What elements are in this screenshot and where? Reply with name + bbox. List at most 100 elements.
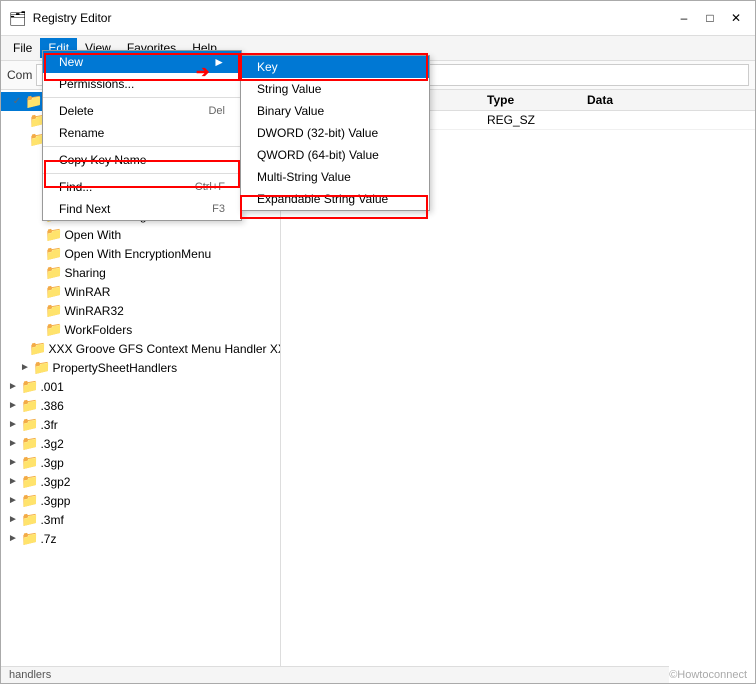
tree-item-epp[interactable]: 📁 EPP (1, 187, 280, 206)
folder-icon: 📁 (21, 435, 38, 452)
minimize-button[interactable]: – (673, 7, 695, 29)
expander-icon: ► (5, 419, 21, 430)
expander-icon: ► (5, 495, 21, 506)
folder-icon: 📁 (45, 150, 62, 167)
close-button[interactable]: ✕ (725, 7, 747, 29)
tree-label: EPP (64, 190, 88, 204)
folder-icon: 📁 (21, 473, 38, 490)
tree-item-7z[interactable]: ► 📁 .7z (1, 529, 280, 548)
tree-label: .3fr (40, 418, 57, 432)
tree-item-sharing[interactable]: 📁 Sharing (1, 263, 280, 282)
menu-favorites[interactable]: Favorites (119, 38, 184, 58)
tree-label: .7z (40, 532, 56, 546)
menu-bar: File Edit View Favorites Help (1, 36, 755, 61)
tree-label: .001 (40, 380, 63, 394)
tree-label: .3mf (40, 513, 63, 527)
tree-label: BB FlashBack 2 (64, 171, 149, 185)
folder-icon: 📁 (45, 283, 62, 300)
value-icon: ab (289, 113, 302, 127)
tree-item-3fr[interactable]: ► 📁 .3fr (1, 415, 280, 434)
tree-item-3gpp[interactable]: ► 📁 .3gpp (1, 491, 280, 510)
expander-icon: ► (5, 514, 21, 525)
tree-label: .386 (40, 399, 63, 413)
tree-item-3mf[interactable]: ► 📁 .3mf (1, 510, 280, 529)
folder-icon: 📁 (45, 169, 62, 186)
expander-icon: ► (5, 533, 21, 544)
folder-icon: 📁 (33, 359, 50, 376)
tree-item-3gp[interactable]: ► 📁 .3gp (1, 453, 280, 472)
tree-label: Open With EncryptionMenu (64, 247, 211, 261)
tree-item-guid1[interactable]: 📁 {90AA3A4E-1CBA-4233-B8BB-535773D48449} (1, 111, 280, 130)
tree-label: .3g2 (40, 437, 63, 451)
tree-label: WinRAR32 (64, 304, 123, 318)
header-data: Data (587, 93, 747, 107)
folder-icon: 📁 (45, 207, 62, 224)
title-bar-left: 🗂 Registry Editor (9, 10, 111, 27)
folder-icon: 📁 (45, 321, 62, 338)
watermark: ©Howtoconnect (669, 669, 755, 681)
expander-icon: ► (5, 476, 21, 487)
tree-item-openwith[interactable]: 📁 Open With (1, 225, 280, 244)
menu-edit[interactable]: Edit (40, 38, 77, 58)
registry-editor-window: 🗂 Registry Editor – □ ✕ File Edit View F… (0, 0, 756, 684)
tree-item-propertysheet[interactable]: ► 📁 PropertySheetHandlers (1, 358, 280, 377)
tree-item-guid2[interactable]: 📁 {a2a9545d-a0c2-42b4-9708-a0b2badd77c8} (1, 130, 280, 149)
detail-row-default[interactable]: ab (Default) REG_SZ (281, 111, 755, 130)
folder-icon: 📁 (21, 397, 38, 414)
tree-item-winrar[interactable]: 📁 WinRAR (1, 282, 280, 301)
menu-file[interactable]: File (5, 38, 40, 58)
header-type: Type (487, 93, 587, 107)
menu-help[interactable]: Help (184, 38, 225, 58)
tree-label: Open With (64, 228, 121, 242)
expander-icon: ✓ (9, 96, 25, 107)
tree-item-3g2[interactable]: ► 📁 .3g2 (1, 434, 280, 453)
menu-view[interactable]: View (77, 38, 119, 58)
folder-icon: 📁 (29, 112, 46, 129)
folder-icon: 📁 (45, 188, 62, 205)
tree-item-workfolders[interactable]: 📁 WorkFolders (1, 320, 280, 339)
tree-label: ContextMenuHandlers (44, 95, 163, 109)
tree-item-bbflash[interactable]: 📁 BB FlashBack 2 (1, 168, 280, 187)
app-icon: 🗂 (9, 10, 27, 27)
expander-icon: ► (5, 457, 21, 468)
title-bar: 🗂 Registry Editor – □ ✕ (1, 1, 755, 36)
tree-item-xxxgroove[interactable]: 📁 XXX Groove GFS Context Menu Handler XX… (1, 339, 280, 358)
window-controls: – □ ✕ (673, 7, 747, 29)
main-area: ✓ 📁 ContextMenuHandlers 📁 {90AA3A4E-1CBA… (1, 90, 755, 666)
tree-item-contextmenuhandlers[interactable]: ✓ 📁 ContextMenuHandlers (1, 92, 280, 111)
expander-icon: ► (5, 400, 21, 411)
folder-icon: 📁 (21, 416, 38, 433)
tree-label: PropertySheetHandlers (52, 361, 177, 375)
expander-icon: ► (17, 362, 33, 373)
tree-label: ModernSharing (64, 209, 146, 223)
maximize-button[interactable]: □ (699, 7, 721, 29)
expander-icon: ► (5, 381, 21, 392)
folder-icon: 📁 (29, 131, 46, 148)
tree-item-modernsharing[interactable]: 📁 ModernSharing (1, 206, 280, 225)
detail-header: Name Type Data (281, 90, 755, 111)
tree-label: XXX Groove GFS Context Menu Handler XXX (48, 342, 281, 356)
window-title: Registry Editor (33, 11, 112, 25)
folder-icon: 📁 (29, 340, 46, 357)
tree-label: WorkFolders (64, 323, 132, 337)
tree-item-386[interactable]: ► 📁 .386 (1, 396, 280, 415)
row-type: REG_SZ (487, 113, 587, 127)
tree-item-openwithencrp[interactable]: 📁 Open With EncryptionMenu (1, 244, 280, 263)
row-name: (Default) (306, 113, 487, 127)
tree-pane[interactable]: ✓ 📁 ContextMenuHandlers 📁 {90AA3A4E-1CBA… (1, 90, 281, 666)
tree-label: ANotepad++64 (64, 152, 145, 166)
folder-icon: 📁 (21, 492, 38, 509)
folder-icon: 📁 (45, 302, 62, 319)
tree-label: {a2a9545d-a0c2-42b4-9708-a0b2badd77c8} (48, 133, 281, 147)
expander-icon: ► (5, 438, 21, 449)
tree-label: Sharing (64, 266, 105, 280)
tree-item-anotepad[interactable]: 📁 ANotepad++64 (1, 149, 280, 168)
tree-item-winrar32[interactable]: 📁 WinRAR32 (1, 301, 280, 320)
folder-icon: 📁 (45, 226, 62, 243)
address-input[interactable] (36, 64, 749, 86)
folder-icon: 📁 (21, 378, 38, 395)
tree-label: WinRAR (64, 285, 110, 299)
tree-item-3gp2[interactable]: ► 📁 .3gp2 (1, 472, 280, 491)
tree-item-001[interactable]: ► 📁 .001 (1, 377, 280, 396)
folder-icon: 📁 (21, 530, 38, 547)
